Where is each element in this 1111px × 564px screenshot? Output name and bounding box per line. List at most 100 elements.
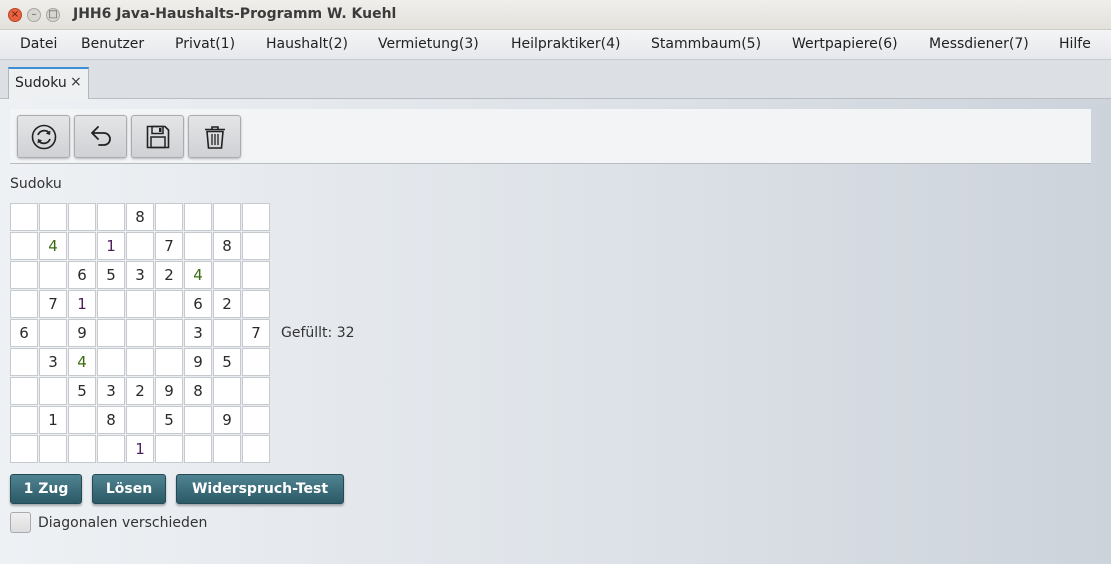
sudoku-cell-r7-c4[interactable]: 3 [97,377,125,405]
sudoku-cell-r8-c8[interactable]: 9 [213,406,241,434]
sudoku-cell-r2-c4[interactable]: 1 [97,232,125,260]
sudoku-cell-r4-c5[interactable] [126,290,154,318]
sudoku-cell-r2-c2[interactable]: 4 [39,232,67,260]
sudoku-cell-r1-c1[interactable] [10,203,38,231]
sudoku-cell-r4-c4[interactable] [97,290,125,318]
menu-benutzer[interactable]: Benutzer [81,36,144,52]
diagonal-checkbox-label[interactable]: Diagonalen verschieden [38,515,207,531]
sudoku-cell-r3-c4[interactable]: 5 [97,261,125,289]
sudoku-cell-r4-c3[interactable]: 1 [68,290,96,318]
menu-vermietung[interactable]: Vermietung(3) [378,36,479,52]
sudoku-cell-r4-c2[interactable]: 7 [39,290,67,318]
menu-heilpraktiker[interactable]: Heilpraktiker(4) [511,36,620,52]
menu-messdiener[interactable]: Messdiener(7) [929,36,1029,52]
window-close-button[interactable]: × [8,8,22,22]
sudoku-cell-r1-c7[interactable] [184,203,212,231]
sudoku-cell-r5-c6[interactable] [155,319,183,347]
sudoku-cell-r8-c2[interactable]: 1 [39,406,67,434]
sudoku-cell-r2-c9[interactable] [242,232,270,260]
sudoku-cell-r6-c6[interactable] [155,348,183,376]
menu-datei[interactable]: Datei [20,36,57,52]
menu-wertpapiere[interactable]: Wertpapiere(6) [792,36,898,52]
sudoku-cell-r9-c4[interactable] [97,435,125,463]
sudoku-cell-r2-c1[interactable] [10,232,38,260]
sudoku-cell-r5-c5[interactable] [126,319,154,347]
menu-hilfe[interactable]: Hilfe [1059,36,1091,52]
sudoku-cell-r3-c6[interactable]: 2 [155,261,183,289]
sudoku-cell-r5-c9[interactable]: 7 [242,319,270,347]
sudoku-cell-r7-c6[interactable]: 9 [155,377,183,405]
sudoku-cell-r5-c2[interactable] [39,319,67,347]
sudoku-cell-r2-c3[interactable] [68,232,96,260]
sudoku-cell-r6-c2[interactable]: 3 [39,348,67,376]
menu-haushalt[interactable]: Haushalt(2) [266,36,348,52]
step-button[interactable]: 1 Zug [10,474,82,504]
menu-privat[interactable]: Privat(1) [175,36,235,52]
sudoku-cell-r6-c9[interactable] [242,348,270,376]
sudoku-cell-r4-c9[interactable] [242,290,270,318]
sudoku-cell-r3-c3[interactable]: 6 [68,261,96,289]
sudoku-cell-r2-c5[interactable] [126,232,154,260]
sudoku-cell-r8-c1[interactable] [10,406,38,434]
sudoku-cell-r7-c7[interactable]: 8 [184,377,212,405]
contradiction-test-button[interactable]: Widerspruch-Test [176,474,344,504]
sudoku-cell-r1-c3[interactable] [68,203,96,231]
window-minimize-button[interactable]: – [27,8,41,22]
sudoku-cell-r1-c8[interactable] [213,203,241,231]
sudoku-cell-r3-c5[interactable]: 3 [126,261,154,289]
sudoku-cell-r2-c8[interactable]: 8 [213,232,241,260]
diagonal-checkbox[interactable] [10,512,31,533]
sudoku-cell-r4-c1[interactable] [10,290,38,318]
sudoku-cell-r9-c1[interactable] [10,435,38,463]
sudoku-cell-r5-c8[interactable] [213,319,241,347]
sudoku-cell-r5-c7[interactable]: 3 [184,319,212,347]
sudoku-cell-r2-c7[interactable] [184,232,212,260]
sudoku-cell-r6-c3[interactable]: 4 [68,348,96,376]
window-maximize-button[interactable]: □ [46,8,60,22]
menu-stammbaum[interactable]: Stammbaum(5) [651,36,761,52]
sudoku-cell-r8-c3[interactable] [68,406,96,434]
sudoku-cell-r7-c1[interactable] [10,377,38,405]
sudoku-cell-r8-c4[interactable]: 8 [97,406,125,434]
refresh-button[interactable] [17,115,70,158]
tab-sudoku[interactable]: Sudoku × [8,67,89,99]
sudoku-cell-r9-c7[interactable] [184,435,212,463]
sudoku-cell-r9-c5[interactable]: 1 [126,435,154,463]
sudoku-cell-r9-c2[interactable] [39,435,67,463]
sudoku-cell-r8-c6[interactable]: 5 [155,406,183,434]
sudoku-cell-r7-c8[interactable] [213,377,241,405]
tab-close-icon[interactable]: × [70,74,82,90]
sudoku-cell-r8-c9[interactable] [242,406,270,434]
delete-button[interactable] [188,115,241,158]
sudoku-cell-r6-c1[interactable] [10,348,38,376]
sudoku-cell-r4-c6[interactable] [155,290,183,318]
sudoku-cell-r5-c3[interactable]: 9 [68,319,96,347]
sudoku-cell-r8-c5[interactable] [126,406,154,434]
sudoku-cell-r6-c5[interactable] [126,348,154,376]
sudoku-cell-r1-c9[interactable] [242,203,270,231]
sudoku-cell-r3-c8[interactable] [213,261,241,289]
sudoku-cell-r7-c9[interactable] [242,377,270,405]
sudoku-cell-r1-c2[interactable] [39,203,67,231]
sudoku-cell-r1-c5[interactable]: 8 [126,203,154,231]
sudoku-cell-r6-c4[interactable] [97,348,125,376]
sudoku-cell-r7-c3[interactable]: 5 [68,377,96,405]
sudoku-cell-r6-c7[interactable]: 9 [184,348,212,376]
sudoku-cell-r1-c6[interactable] [155,203,183,231]
sudoku-cell-r7-c2[interactable] [39,377,67,405]
sudoku-cell-r9-c6[interactable] [155,435,183,463]
sudoku-cell-r3-c2[interactable] [39,261,67,289]
sudoku-cell-r2-c6[interactable]: 7 [155,232,183,260]
sudoku-cell-r3-c1[interactable] [10,261,38,289]
undo-button[interactable] [74,115,127,158]
sudoku-cell-r7-c5[interactable]: 2 [126,377,154,405]
sudoku-cell-r4-c8[interactable]: 2 [213,290,241,318]
sudoku-cell-r3-c9[interactable] [242,261,270,289]
sudoku-cell-r5-c4[interactable] [97,319,125,347]
save-button[interactable] [131,115,184,158]
sudoku-cell-r3-c7[interactable]: 4 [184,261,212,289]
sudoku-cell-r9-c3[interactable] [68,435,96,463]
sudoku-cell-r9-c8[interactable] [213,435,241,463]
solve-button[interactable]: Lösen [92,474,166,504]
sudoku-cell-r5-c1[interactable]: 6 [10,319,38,347]
